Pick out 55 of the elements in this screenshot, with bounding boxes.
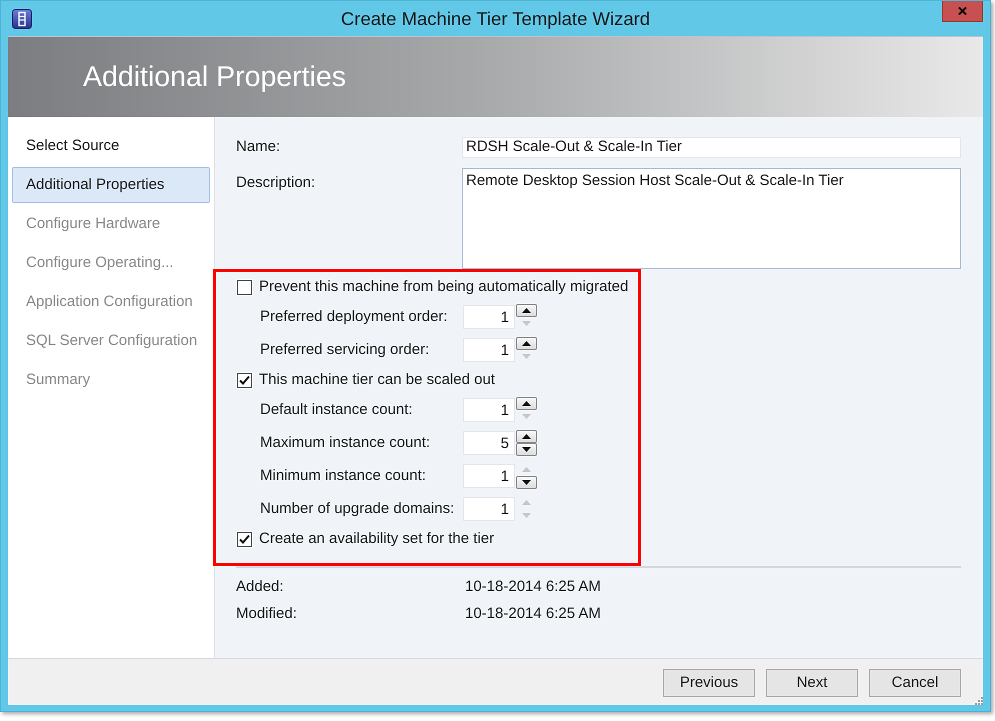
caret-down-icon: [522, 447, 531, 452]
caret-up-icon: [522, 500, 531, 505]
caret-up-icon: [522, 401, 531, 406]
number-field[interactable]: 1: [463, 305, 515, 329]
spin-up-button[interactable]: [516, 337, 537, 350]
field-label: Preferred deployment order:: [260, 306, 449, 327]
field-label: Name:: [236, 137, 282, 158]
spin-up-button[interactable]: [516, 430, 537, 443]
caret-down-icon: [522, 354, 531, 359]
checkbox-label: Create an availability set for the tier: [259, 528, 494, 549]
field-label: Description:: [236, 173, 316, 193]
close-button[interactable]: [942, 1, 983, 22]
field-label: Number of upgrade domains:: [260, 498, 456, 519]
detail-value: 10-18-2014 6:25 AM: [465, 576, 601, 597]
caret-down-icon: [522, 480, 531, 485]
spin-down-button[interactable]: [516, 476, 537, 489]
spin-up-button[interactable]: [516, 397, 537, 410]
number-field[interactable]: 1: [463, 398, 515, 422]
close-icon: [958, 7, 967, 15]
window-title: Create Machine Tier Template Wizard: [340, 6, 652, 31]
caret-down-icon: [522, 513, 531, 518]
caret-up-icon: [522, 308, 531, 313]
text-field[interactable]: RDSH Scale-Out & Scale-In Tier: [462, 137, 961, 158]
wizard-step[interactable]: Additional Properties: [12, 167, 210, 203]
wizard-button[interactable]: Cancel: [869, 669, 961, 697]
resize-grip-icon[interactable]: [974, 696, 983, 705]
checkbox[interactable]: [237, 280, 252, 294]
caret-up-icon: [522, 434, 531, 439]
checkbox-label: Prevent this machine from being automatically migrated: [259, 276, 628, 297]
caret-up-icon: [522, 341, 531, 346]
checkbox[interactable]: [237, 532, 252, 546]
checkbox-label: This machine tier can be scaled out: [259, 370, 495, 390]
detail-label: Modified:: [236, 604, 298, 624]
number-field[interactable]: 1: [463, 464, 515, 488]
wizard-button[interactable]: Previous: [663, 669, 755, 697]
text-area[interactable]: Remote Desktop Session Host Scale-Out & Scale-In Tier: [462, 168, 961, 269]
wizard-step[interactable]: Select Source: [12, 128, 210, 164]
checkbox[interactable]: [237, 372, 252, 388]
caret-up-icon: [522, 467, 531, 472]
field-label: Minimum instance count:: [260, 466, 427, 486]
number-field[interactable]: 1: [463, 497, 515, 521]
wizard-button[interactable]: Next: [766, 669, 858, 697]
detail-value: 10-18-2014 6:25 AM: [465, 604, 601, 624]
spin-down-button[interactable]: [516, 443, 537, 456]
field-label: Default instance count:: [260, 400, 414, 420]
field-label: Preferred servicing order:: [260, 340, 430, 360]
field-label: Maximum instance count:: [260, 432, 432, 453]
detail-label: Added:: [236, 576, 285, 597]
app-icon[interactable]: [12, 8, 32, 28]
caret-down-icon: [522, 321, 531, 326]
spin-up-button[interactable]: [516, 304, 537, 317]
number-field[interactable]: 1: [463, 338, 515, 362]
page-title: Additional Properties: [83, 60, 346, 95]
number-field[interactable]: 5: [463, 431, 515, 455]
caret-down-icon: [522, 414, 531, 419]
